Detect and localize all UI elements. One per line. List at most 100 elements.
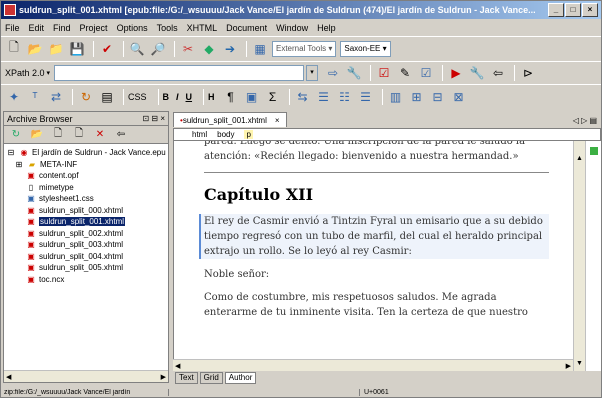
tab-close-icon[interactable]: × (275, 116, 280, 125)
paragraph-body[interactable]: Como de costumbre, mis respetuosos salud… (204, 290, 549, 320)
tree-item-selected[interactable]: ▣ suldrun_split_001.xhtml (6, 216, 166, 228)
expand-icon[interactable]: ⊞ (14, 160, 24, 169)
italic-button[interactable]: I (176, 92, 179, 102)
tree-item[interactable]: ▣ stylesheet1.css (6, 193, 166, 205)
scroll-right-icon[interactable]: ▶ (161, 373, 166, 381)
up-icon[interactable]: ⇦ (112, 126, 130, 144)
unordered-list-icon[interactable]: ☷ (336, 88, 354, 106)
back-arrow-icon[interactable]: ◆ (200, 40, 218, 58)
scroll-down-icon[interactable]: ▼ (574, 360, 585, 367)
attribute-icon[interactable]: ᵀ (26, 88, 44, 106)
expand-icon[interactable]: ⊟ (6, 148, 16, 157)
breadcrumb-html[interactable]: html (192, 130, 207, 139)
tree-item[interactable]: ▣ suldrun_split_000.xhtml (6, 205, 166, 217)
xpath-history-dropdown-icon[interactable]: ▾ (306, 64, 319, 81)
menu-window[interactable]: Window (276, 23, 308, 33)
scroll-left-icon[interactable]: ◀ (175, 362, 180, 370)
xpath-input[interactable] (54, 64, 305, 81)
heading-button[interactable]: H (208, 92, 215, 102)
refresh-archive-icon[interactable]: ↻ (7, 126, 25, 144)
tree-item[interactable]: ⊟ ◉ El jardín de Suldrun - Jack Vance.ep… (6, 147, 166, 159)
paragraph-icon[interactable]: ¶ (222, 88, 240, 106)
edit-icon[interactable]: ✎ (396, 64, 414, 82)
join-cells-icon[interactable]: ⊠ (450, 88, 468, 106)
find-icon[interactable]: 🔍 (128, 40, 146, 58)
breadcrumb-body[interactable]: body (217, 130, 234, 139)
tree-item[interactable]: ▣ suldrun_split_005.xhtml (6, 262, 166, 274)
insert-row-icon[interactable]: ⊞ (408, 88, 426, 106)
panel-controls-icon[interactable]: ⊡ ⊟ × (142, 114, 165, 123)
check-icon[interactable]: ☑ (417, 64, 435, 82)
sigma-icon[interactable]: Σ (264, 88, 282, 106)
menu-tools[interactable]: Tools (157, 23, 178, 33)
archive-horizontal-scrollbar[interactable]: ◀ ▶ (4, 370, 168, 382)
open-url-icon[interactable]: 📁 (47, 40, 65, 58)
insert-column-icon[interactable]: ⊟ (429, 88, 447, 106)
mode-text-tab[interactable]: Text (175, 371, 198, 384)
element-icon[interactable]: ✦ (5, 88, 23, 106)
underline-button[interactable]: U (186, 92, 193, 102)
document-editor[interactable]: pared. Luego se dentó. Una inscripción d… (173, 141, 573, 371)
paragraph-top[interactable]: pared. Luego se dentó. Una inscripción d… (204, 141, 549, 164)
transformer-dropdown[interactable]: Saxon-EE ▾ (340, 40, 391, 57)
new-folder-icon[interactable]: 🗋 (49, 126, 67, 144)
image-icon[interactable]: ▣ (243, 88, 261, 106)
refresh-icon[interactable]: ↻ (77, 88, 95, 106)
tree-item[interactable]: ▣ suldrun_split_004.xhtml (6, 251, 166, 263)
minimize-button[interactable]: _ (548, 3, 564, 17)
breadcrumb-p[interactable]: p (244, 130, 253, 139)
run-transform-icon[interactable]: ▶ (447, 64, 465, 82)
save-icon[interactable]: 💾 (68, 40, 86, 58)
tree-item[interactable]: ▣ suldrun_split_002.xhtml (6, 228, 166, 240)
layout-icon[interactable]: ▦ (251, 40, 269, 58)
definition-list-icon[interactable]: ☰ (357, 88, 375, 106)
debug-icon[interactable]: ⇦ (489, 64, 507, 82)
open-file-icon[interactable]: 📂 (26, 40, 44, 58)
profile-icon[interactable]: ▤ (98, 88, 116, 106)
external-tools-dropdown[interactable]: External Tools ▾ (272, 40, 337, 57)
paragraph-current[interactable]: El rey de Casmir envió a Tintzin Fyral u… (199, 214, 549, 259)
menu-document[interactable]: Document (226, 23, 267, 33)
editor-horizontal-scrollbar[interactable]: ◀ ▶ (173, 359, 573, 371)
tree-item[interactable]: ▣ toc.ncx (6, 274, 166, 286)
settings-icon[interactable]: 🔧 (345, 64, 363, 82)
chapter-heading[interactable]: Capítulo XII (204, 187, 549, 203)
tree-item[interactable]: ▣ content.opf (6, 170, 166, 182)
scroll-left-icon[interactable]: ◀ (6, 373, 11, 381)
configure-transform-icon[interactable]: 🔧 (468, 64, 486, 82)
archive-new-file-icon[interactable]: 🗋 (70, 126, 88, 144)
menu-find[interactable]: Find (53, 23, 71, 33)
xpath-version-dropdown-icon[interactable]: ▾ (47, 69, 51, 77)
bold-button[interactable]: B (163, 92, 170, 102)
link-icon[interactable]: ⇆ (294, 88, 312, 106)
delete-icon[interactable]: ✕ (91, 126, 109, 144)
mode-grid-tab[interactable]: Grid (199, 371, 223, 384)
table-icon[interactable]: ▥ (387, 88, 405, 106)
menu-help[interactable]: Help (317, 23, 336, 33)
ordered-list-icon[interactable]: ☰ (315, 88, 333, 106)
paragraph-salutation[interactable]: Noble señor: (204, 267, 549, 282)
editor-vertical-scrollbar[interactable]: ▲ ▼ (573, 141, 585, 371)
mode-author-tab[interactable]: Author (224, 371, 257, 384)
new-file-icon[interactable]: 🗋 (5, 40, 23, 58)
run-xpath-icon[interactable]: ⇨ (324, 64, 342, 82)
tree-item[interactable]: ▣ suldrun_split_003.xhtml (6, 239, 166, 251)
tab-suldrun-split-001[interactable]: • suldrun_split_001.xhtml × (173, 112, 287, 127)
validate-icon[interactable]: ✔ (98, 40, 116, 58)
tags-icon[interactable]: ⇄ (47, 88, 65, 106)
tree-item[interactable]: ▯ mimetype (6, 182, 166, 194)
menu-xhtml[interactable]: XHTML (187, 23, 218, 33)
validate-doc-icon[interactable]: ☑ (375, 64, 393, 82)
menu-options[interactable]: Options (117, 23, 148, 33)
tree-item[interactable]: ⊞ ▰ META-INF (6, 159, 166, 171)
more-icon[interactable]: ⊳ (519, 64, 537, 82)
menu-edit[interactable]: Edit (29, 23, 45, 33)
xpath-version-label[interactable]: XPath 2.0 (5, 68, 45, 78)
open-archive-icon[interactable]: 📂 (28, 126, 46, 144)
menu-project[interactable]: Project (80, 23, 108, 33)
scroll-up-icon[interactable]: ▲ (574, 155, 585, 162)
close-button[interactable]: × (582, 3, 598, 17)
tab-navigation-icon[interactable]: ◁ ▷ ▤ (573, 116, 601, 127)
css-button[interactable]: CSS (128, 92, 147, 102)
maximize-button[interactable]: □ (565, 3, 581, 17)
